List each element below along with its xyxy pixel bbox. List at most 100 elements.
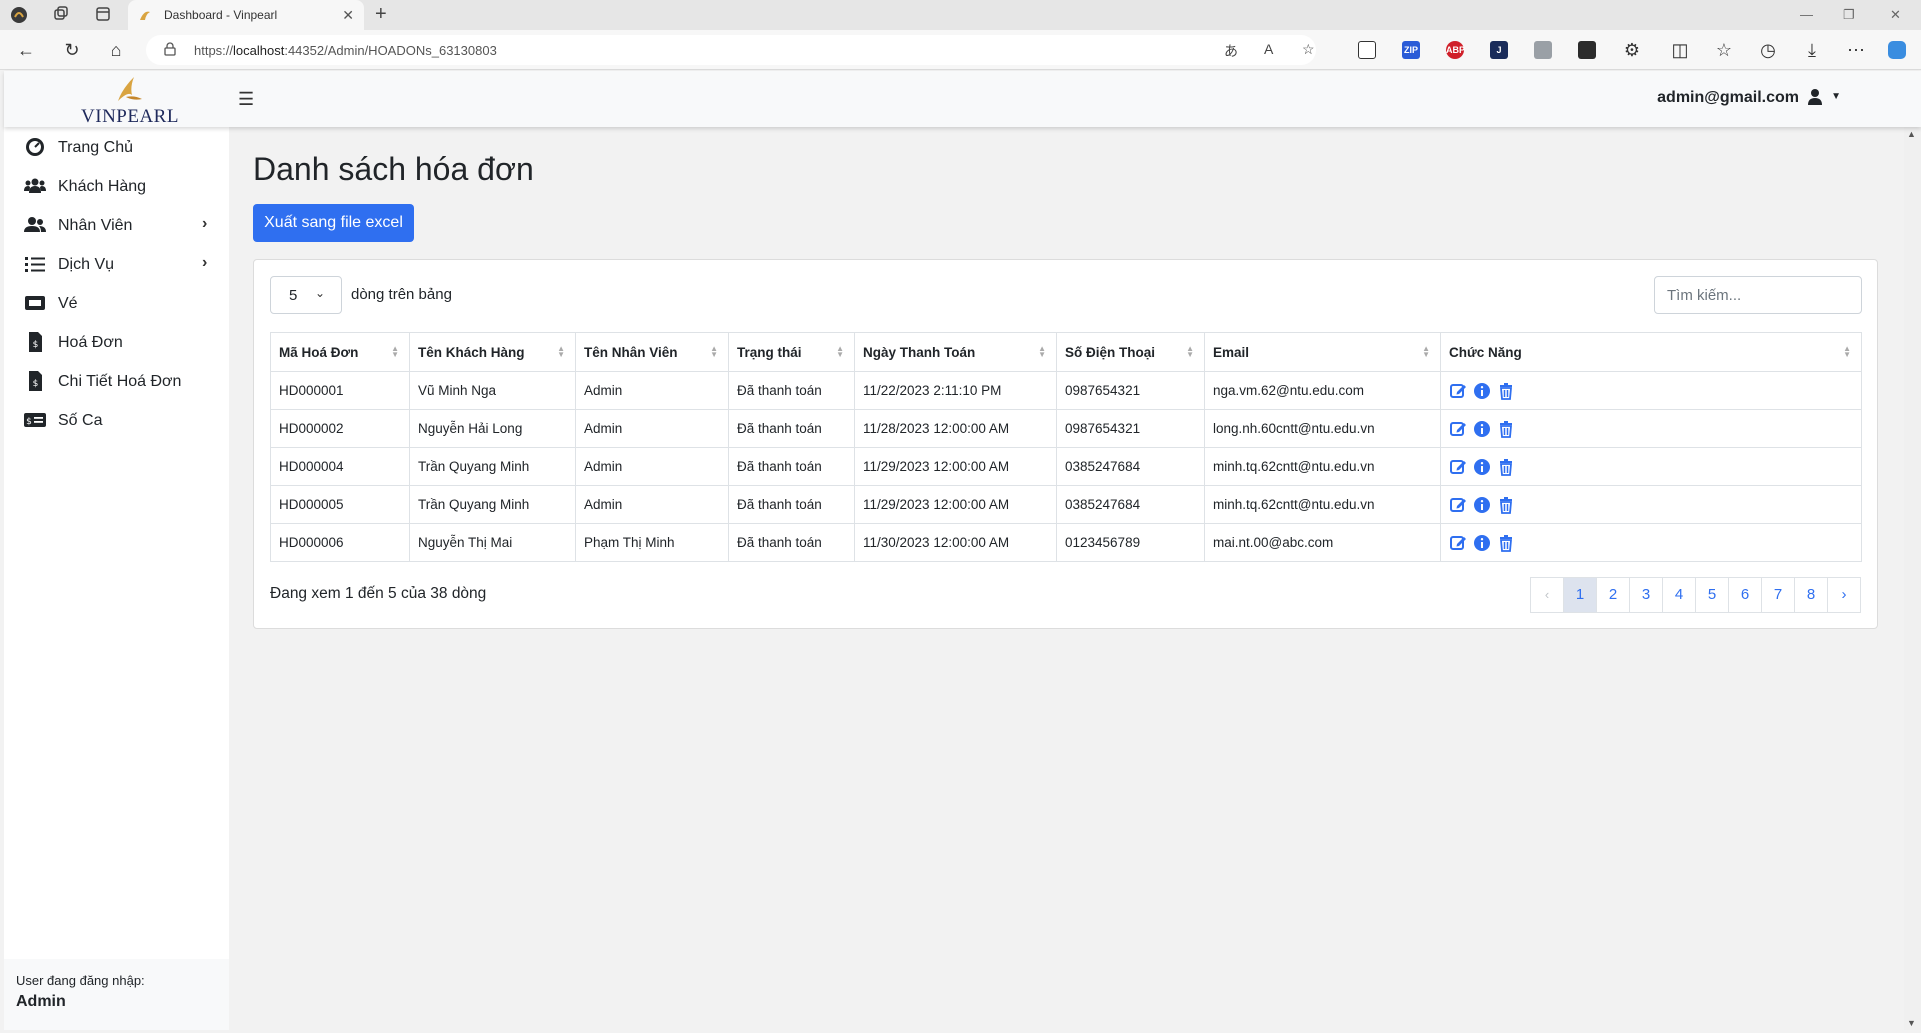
read-aloud-icon[interactable]: A [1264,41,1273,57]
minimize-icon[interactable]: — [1800,7,1813,22]
pagination-page-4[interactable]: 4 [1662,577,1696,613]
column-header-ten-nhan-vien[interactable]: Tên Nhân Viên ▲ ▼ [575,332,729,372]
adblock-icon[interactable]: ABP [1446,41,1465,59]
cell-ten-khach-hang: Vũ Minh Nga [409,371,576,410]
pagination-page-5[interactable]: 5 [1695,577,1729,613]
row-actions [1449,420,1853,438]
new-tab-icon[interactable]: + [375,4,387,24]
lock-icon[interactable] [164,42,176,56]
extension-dark-icon[interactable] [1578,41,1596,59]
cell-so-dien-thoai: 0987654321 [1056,371,1205,410]
extension-zip-icon[interactable]: ZIP [1402,41,1420,59]
workspaces-icon[interactable] [52,6,70,24]
chevron-down-icon: ⌄ [315,286,326,300]
trash-icon[interactable] [1497,534,1515,552]
sidebar-item-dich-vu[interactable]: Dịch Vụ › [4,244,229,284]
column-header-label: Mã Hoá Đơn [279,344,359,360]
edit-icon[interactable] [1449,458,1467,476]
translate-icon[interactable]: あ [1224,41,1238,61]
user-email[interactable]: admin@gmail.com [1657,89,1799,107]
sidebar-item-trang-chu[interactable]: Trang Chủ [4,127,229,167]
export-excel-button[interactable]: Xuất sang file excel [253,204,414,242]
column-header-label: Số Điện Thoại [1065,344,1156,360]
copilot-icon[interactable] [1888,41,1906,59]
pagination-page-1[interactable]: 1 [1563,577,1597,613]
pagination-page-3[interactable]: 3 [1629,577,1663,613]
chevron-right-icon: › [202,254,208,271]
edit-icon[interactable] [1449,534,1467,552]
sidebar-item-label: Hoá Đơn [58,334,123,351]
home-icon[interactable]: ⌂ [106,40,126,60]
restore-icon[interactable]: ❐ [1843,7,1855,23]
edit-icon[interactable] [1449,382,1467,400]
scroll-up-icon[interactable]: ▲ [1907,129,1916,139]
info-icon[interactable] [1473,496,1491,514]
favorites-icon[interactable]: ☆ [1714,40,1734,60]
tab-actions-icon[interactable] [94,6,112,24]
scroll-down-icon[interactable]: ▼ [1907,1018,1916,1028]
row-actions [1449,458,1853,476]
info-icon[interactable] [1473,420,1491,438]
extension-j-icon[interactable]: J [1490,41,1508,59]
trash-icon[interactable] [1497,420,1515,438]
page-title: Danh sách hóa đơn [253,151,534,187]
pagination-page-8[interactable]: 8 [1794,577,1828,613]
column-header-trang-thai[interactable]: Trạng thái ▲ ▼ [728,332,855,372]
pagination-next[interactable]: › [1827,577,1861,613]
picture-in-picture-icon[interactable] [1358,41,1376,59]
column-header-so-dien-thoai[interactable]: Số Điện Thoại ▲ ▼ [1056,332,1205,372]
edit-icon[interactable] [1449,420,1467,438]
column-header-ma-hoa-don[interactable]: Mã Hoá Đơn ▲ ▼ [270,332,410,372]
favorite-star-icon[interactable]: ☆ [1302,41,1315,58]
column-header-email[interactable]: Email ▲ ▼ [1204,332,1441,372]
pagination-page-7[interactable]: 7 [1761,577,1795,613]
pagination-page-6[interactable]: 6 [1728,577,1762,613]
refresh-icon[interactable]: ↻ [62,40,82,60]
sidebar-item-label: Vé [58,295,78,312]
user-dropdown-caret-icon[interactable]: ▼ [1831,91,1841,102]
tab-close-icon[interactable]: ✕ [342,7,354,24]
extension-gray-icon[interactable] [1534,41,1552,59]
trash-icon[interactable] [1497,496,1515,514]
page-scrollbar[interactable]: ▲ ▼ [1904,127,1921,1030]
cell-actions [1440,371,1862,410]
vinpearl-logo[interactable]: VINPEARL [80,73,180,127]
edit-icon[interactable] [1449,496,1467,514]
user-icon[interactable] [1807,88,1823,106]
svg-text:$: $ [33,340,39,350]
close-window-icon[interactable]: ✕ [1890,7,1901,23]
column-header-chuc-nang[interactable]: Chức Năng ▲ ▼ [1440,332,1862,372]
info-icon[interactable] [1473,534,1491,552]
extensions-puzzle-icon[interactable]: ⚙ [1622,40,1642,60]
sidebar-item-label: Số Ca [58,412,103,429]
cell-ten-nhan-vien: Admin [575,409,729,448]
url-path: :44352/Admin/HOADONs_63130803 [284,43,497,58]
table-header-row: Mã Hoá Đơn ▲ ▼ Tên Khách Hàng ▲ ▼ Tên Nhân V… [270,332,1862,372]
sidebar-toggle-icon[interactable]: ☰ [238,89,254,110]
downloads-icon[interactable]: ⤓ [1802,40,1822,60]
search-input[interactable] [1654,276,1862,314]
sidebar-item-ve[interactable]: Vé [4,283,229,323]
tab-title: Dashboard - Vinpearl [164,8,278,22]
more-menu-icon[interactable]: ⋯ [1846,40,1866,60]
sidebar-item-so-ca[interactable]: $ Số Ca [4,400,229,440]
trash-icon[interactable] [1497,382,1515,400]
browser-profile-icon[interactable] [10,6,28,24]
split-screen-icon[interactable]: ◫ [1670,40,1690,60]
browser-tab-active[interactable]: Dashboard - Vinpearl ✕ [128,0,364,30]
column-header-ten-khach-hang[interactable]: Tên Khách Hàng ▲ ▼ [409,332,576,372]
info-icon[interactable] [1473,382,1491,400]
back-icon[interactable]: ← [16,40,36,60]
sidebar-item-khach-hang[interactable]: Khách Hàng [4,166,229,206]
trash-icon[interactable] [1497,458,1515,476]
history-icon[interactable]: ◷ [1758,40,1778,60]
page-length-select[interactable]: 5 ⌄ [270,276,342,314]
sidebar-item-nhan-vien[interactable]: Nhân Viên › [4,205,229,245]
sidebar-item-hoa-don[interactable]: $ Hoá Đơn [4,322,229,362]
address-bar[interactable]: https://localhost:44352/Admin/HOADONs_63… [146,35,1316,65]
cell-ngay-thanh-toan: 11/22/2023 2:11:10 PM [854,371,1057,410]
column-header-ngay-thanh-toan[interactable]: Ngày Thanh Toán ▲ ▼ [854,332,1057,372]
sidebar-item-chi-tiet-hoa-don[interactable]: $ Chi Tiết Hoá Đơn [4,361,229,401]
info-icon[interactable] [1473,458,1491,476]
pagination-page-2[interactable]: 2 [1596,577,1630,613]
